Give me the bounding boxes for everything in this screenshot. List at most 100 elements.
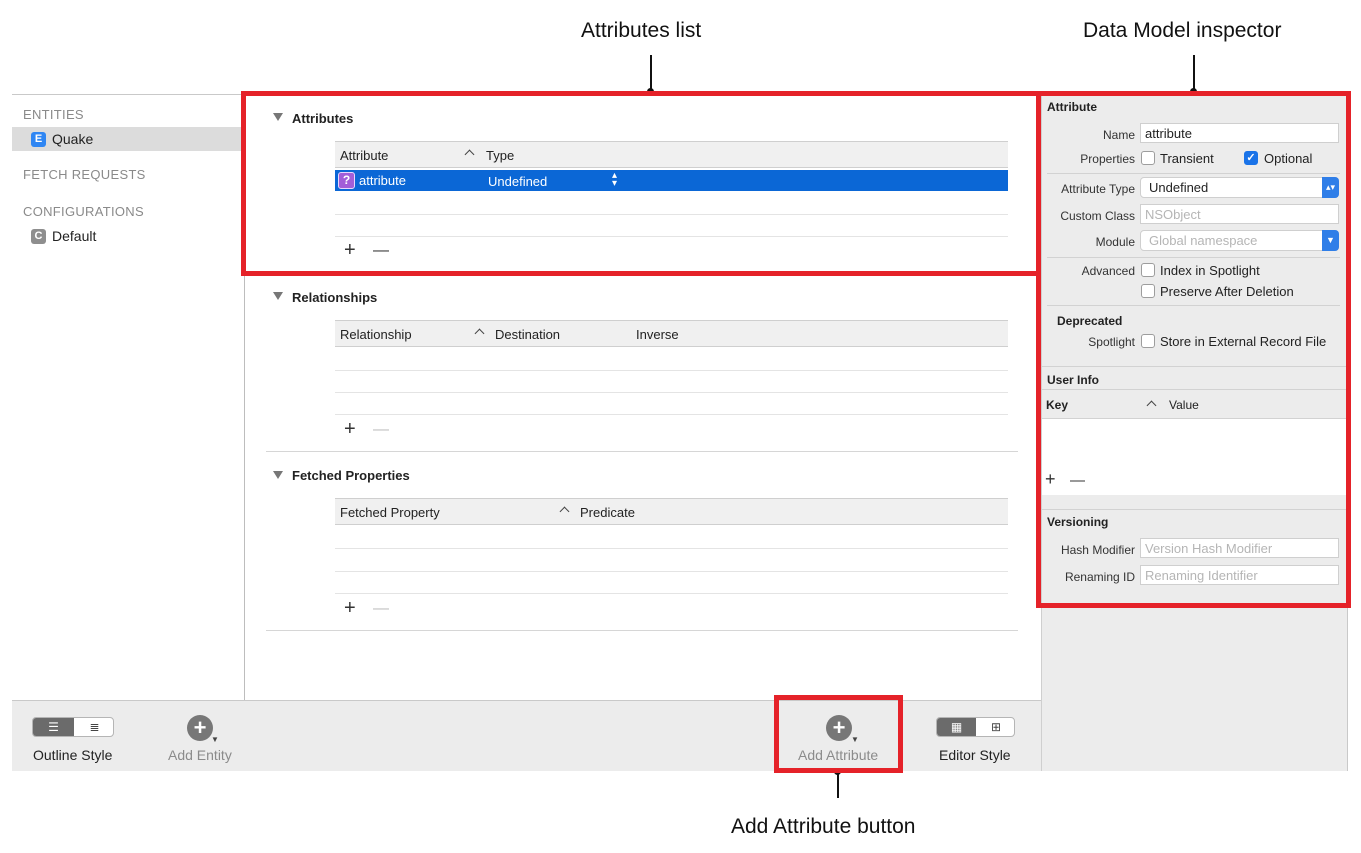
- table-row[interactable]: ? attribute Undefined ▴ ▾: [335, 170, 1008, 191]
- add-fetched-property-button[interactable]: +: [344, 597, 356, 620]
- transient-checkbox[interactable]: [1141, 151, 1155, 165]
- name-label: Name: [1102, 128, 1135, 142]
- outline-style-control[interactable]: ☰ ≣: [32, 717, 114, 737]
- attribute-type-value: Undefined: [1149, 180, 1209, 195]
- editor-style-control[interactable]: ▦ ⊞: [936, 717, 1015, 737]
- deprecated-heading: Deprecated: [1057, 314, 1123, 328]
- add-relationship-button[interactable]: +: [344, 418, 356, 441]
- column-header-fetched-property[interactable]: Fetched Property: [340, 505, 440, 520]
- chevron-updown-icon: ▴▾: [1322, 177, 1339, 198]
- add-user-info-button[interactable]: +: [1045, 469, 1056, 490]
- fetched-properties-table-header: Fetched Property Predicate: [335, 498, 1008, 525]
- disclosure-triangle-icon[interactable]: [273, 292, 283, 300]
- column-header-destination[interactable]: Destination: [495, 327, 560, 342]
- properties-label: Properties: [1080, 152, 1135, 166]
- custom-class-field[interactable]: NSObject: [1140, 204, 1339, 224]
- user-info-table-header: Key Value: [1042, 389, 1348, 419]
- user-info-heading: User Info: [1047, 373, 1100, 387]
- configuration-badge-icon: C: [31, 229, 46, 244]
- disclosure-triangle-icon[interactable]: [273, 113, 283, 121]
- fetched-properties-section-title: Fetched Properties: [292, 468, 410, 483]
- column-header-type[interactable]: Type: [486, 148, 514, 163]
- transient-label: Transient: [1160, 151, 1214, 166]
- remove-user-info-button[interactable]: —: [1070, 472, 1085, 489]
- store-external-checkbox[interactable]: [1141, 334, 1155, 348]
- divider: [1042, 509, 1348, 510]
- sort-ascending-icon: [474, 328, 485, 339]
- index-spotlight-label: Index in Spotlight: [1160, 263, 1260, 278]
- configurations-header: CONFIGURATIONS: [23, 204, 144, 219]
- section-divider: [266, 451, 1018, 452]
- attribute-type-cell[interactable]: Undefined: [488, 174, 547, 189]
- sidebar-item-label: Default: [52, 228, 97, 244]
- sidebar-item-default[interactable]: C Default: [12, 224, 241, 248]
- column-header-relationship[interactable]: Relationship: [340, 327, 412, 342]
- sort-ascending-icon: [464, 149, 475, 160]
- module-label: Module: [1095, 235, 1135, 249]
- divider: [1042, 366, 1348, 367]
- row-divider: [335, 548, 1008, 549]
- column-header-attribute[interactable]: Attribute: [340, 148, 388, 163]
- optional-label: Optional: [1264, 151, 1313, 166]
- divider: [1047, 305, 1340, 306]
- add-attribute-row-button[interactable]: +: [344, 239, 356, 262]
- table-style-icon[interactable]: ▦: [937, 719, 976, 735]
- column-header-value[interactable]: Value: [1169, 398, 1199, 412]
- spotlight-label: Spotlight: [1088, 335, 1135, 349]
- callout-leader: [837, 773, 839, 798]
- chevron-down-icon: ▼: [1322, 230, 1339, 251]
- row-divider: [335, 571, 1008, 572]
- outline-style-label: Outline Style: [33, 747, 113, 763]
- sidebar-item-label: Quake: [52, 131, 94, 147]
- user-info-table-body: + —: [1042, 419, 1348, 495]
- hash-modifier-field[interactable]: Version Hash Modifier: [1140, 538, 1339, 558]
- dropdown-caret-icon: ▼: [211, 735, 219, 744]
- versioning-heading: Versioning: [1047, 515, 1109, 529]
- callout-add-attribute-button: Add Attribute button: [731, 815, 916, 838]
- advanced-label: Advanced: [1081, 264, 1135, 278]
- module-popup[interactable]: Global namespace ▼: [1140, 230, 1339, 251]
- outline-list-icon[interactable]: ≣: [74, 719, 113, 735]
- preserve-after-deletion-checkbox[interactable]: [1141, 284, 1155, 298]
- list-style-icon[interactable]: ☰: [33, 719, 74, 735]
- editor-bottom-bar: ☰ ≣ Outline Style + ▼ Add Entity + ▼ Add…: [12, 700, 1041, 771]
- fetch-requests-header: FETCH REQUESTS: [23, 167, 146, 182]
- add-attribute-button[interactable]: Add Attribute: [798, 747, 878, 763]
- attributes-section-title: Attributes: [292, 111, 354, 126]
- index-spotlight-checkbox[interactable]: [1141, 263, 1155, 277]
- renaming-id-field[interactable]: Renaming Identifier: [1140, 565, 1339, 585]
- attribute-type-label: Attribute Type: [1061, 182, 1135, 196]
- data-model-inspector: Attribute Name attribute Properties Tran…: [1041, 95, 1348, 771]
- sidebar-item-quake[interactable]: E Quake: [12, 127, 241, 151]
- graph-style-icon[interactable]: ⊞: [976, 719, 1014, 735]
- relationships-section-title: Relationships: [292, 290, 378, 305]
- optional-checkbox[interactable]: ✓: [1244, 151, 1258, 165]
- row-divider: [335, 214, 1008, 215]
- disclosure-triangle-icon[interactable]: [273, 471, 283, 479]
- custom-class-label: Custom Class: [1060, 209, 1135, 223]
- row-divider: [335, 414, 1008, 415]
- column-header-predicate[interactable]: Predicate: [580, 505, 635, 520]
- attribute-type-popup[interactable]: Undefined ▴▾: [1140, 177, 1339, 198]
- type-stepper-icon[interactable]: ▴ ▾: [612, 171, 617, 189]
- row-divider: [335, 392, 1008, 393]
- add-entity-button[interactable]: Add Entity: [168, 747, 232, 763]
- remove-relationship-button[interactable]: —: [373, 421, 389, 439]
- editor-style-label: Editor Style: [939, 747, 1011, 763]
- store-external-label: Store in External Record File: [1160, 334, 1327, 349]
- name-field[interactable]: attribute: [1140, 123, 1339, 143]
- undefined-type-icon: ?: [338, 172, 355, 189]
- column-header-inverse[interactable]: Inverse: [636, 327, 679, 342]
- callout-leader: [1193, 55, 1195, 91]
- add-entity-icon[interactable]: +: [187, 715, 213, 741]
- remove-attribute-row-button[interactable]: —: [373, 242, 389, 260]
- attribute-name-cell[interactable]: attribute: [359, 173, 406, 188]
- remove-fetched-property-button[interactable]: —: [373, 600, 389, 618]
- attribute-section-heading: Attribute: [1047, 100, 1097, 114]
- add-attribute-icon[interactable]: +: [826, 715, 852, 741]
- divider: [1047, 173, 1340, 174]
- column-header-key[interactable]: Key: [1046, 398, 1068, 412]
- row-divider: [335, 370, 1008, 371]
- divider: [1047, 257, 1340, 258]
- dropdown-caret-icon: ▼: [851, 735, 859, 744]
